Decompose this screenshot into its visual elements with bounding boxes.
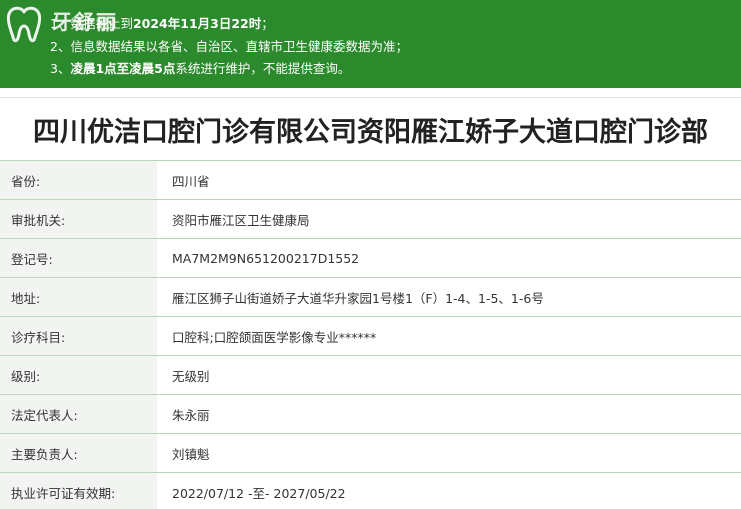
row-label: 级别: bbox=[0, 356, 157, 394]
notice-line-3: 3、凌晨1点至凌晨5点系统进行维护，不能提供查询。 bbox=[50, 58, 350, 77]
table-row-legal-rep: 法定代表人: 朱永丽 bbox=[0, 394, 741, 433]
watermark-logo: 牙舒丽 bbox=[4, 4, 134, 44]
header-divider bbox=[0, 97, 741, 98]
row-value: 雁江区狮子山街道娇子大道华升家园1号楼1（F）1-4、1-5、1-6号 bbox=[172, 290, 544, 306]
table-row-authority: 审批机关: 资阳市雁江区卫生健康局 bbox=[0, 199, 741, 238]
notice-banner: 1、数据截止到2024年11月3日22时； 2、信息数据结果以各省、自治区、直辖… bbox=[0, 0, 741, 88]
table-row-registration: 登记号: MA7M2M9N651200217D1552 bbox=[0, 238, 741, 277]
table-row-license-validity: 执业许可证有效期: 2022/07/12 -至- 2027/05/22 bbox=[0, 472, 741, 509]
row-label: 地址: bbox=[0, 278, 157, 316]
row-label: 审批机关: bbox=[0, 200, 157, 238]
row-value: 刘镇魁 bbox=[172, 446, 210, 462]
notice-line-3-prefix: 3、 bbox=[50, 61, 71, 76]
table-row-manager: 主要负责人: 刘镇魁 bbox=[0, 433, 741, 472]
row-label: 省份: bbox=[0, 161, 157, 199]
brand-logo-text: 牙舒丽 bbox=[52, 10, 118, 34]
row-label: 法定代表人: bbox=[0, 395, 157, 433]
table-row-level: 级别: 无级别 bbox=[0, 355, 741, 394]
notice-line-1-bold: 2024年11月3日22时 bbox=[132, 16, 262, 31]
table-row-departments: 诊疗科目: 口腔科;口腔颌面医学影像专业****** bbox=[0, 316, 741, 355]
row-value: 资阳市雁江区卫生健康局 bbox=[172, 212, 310, 228]
row-label: 诊疗科目: bbox=[0, 317, 157, 355]
row-value: 无级别 bbox=[172, 368, 210, 384]
row-value: 口腔科;口腔颌面医学影像专业****** bbox=[172, 329, 377, 345]
notice-line-3-text: 系统进行维护，不能提供查询。 bbox=[175, 61, 351, 76]
notice-line-3-bold: 凌晨1点至凌晨5点 bbox=[70, 61, 176, 76]
row-label: 登记号: bbox=[0, 239, 157, 277]
row-value: 朱永丽 bbox=[172, 407, 210, 423]
notice-line-1-suffix: ； bbox=[261, 16, 274, 31]
page-title: 四川优洁口腔门诊有限公司资阳雁江娇子大道口腔门诊部 bbox=[33, 117, 708, 148]
row-value: 2022/07/12 -至- 2027/05/22 bbox=[172, 485, 346, 501]
tooth-logo-icon bbox=[6, 6, 42, 43]
row-value: 四川省 bbox=[172, 173, 210, 189]
row-label: 执业许可证有效期: bbox=[0, 473, 157, 509]
table-row-address: 地址: 雁江区狮子山街道娇子大道华升家园1号楼1（F）1-4、1-5、1-6号 bbox=[0, 277, 741, 316]
row-value: MA7M2M9N651200217D1552 bbox=[172, 250, 360, 266]
table-row-province: 省份: 四川省 bbox=[0, 160, 741, 199]
row-label: 主要负责人: bbox=[0, 434, 157, 472]
